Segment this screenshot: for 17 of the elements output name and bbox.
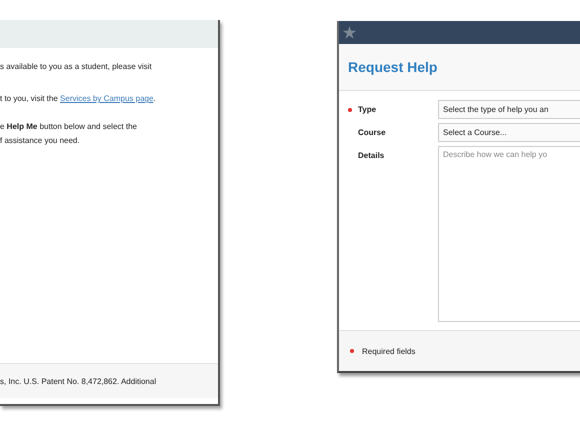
- select-field[interactable]: Select the type of help you an: [438, 100, 580, 119]
- help-text: f assistance you need.: [0, 136, 80, 145]
- patent-text: s, Inc. U.S. Patent No. 8,472,862. Additional: [0, 376, 156, 386]
- field-label: Course: [358, 128, 386, 137]
- field-label: Type: [358, 105, 376, 114]
- dialog-title: Request Help: [348, 59, 438, 75]
- required-note: Required fields: [362, 346, 416, 356]
- star-icon: [342, 25, 357, 40]
- select-field[interactable]: Select a Course...: [438, 123, 580, 142]
- required-dot: [350, 349, 354, 353]
- help-text: s available to you as a student, please visit: [0, 62, 152, 71]
- field-label: Details: [358, 151, 384, 160]
- details-field[interactable]: Describe how we can help yo: [438, 146, 580, 322]
- help-text: .: [153, 94, 156, 103]
- help-text: t to you, visit the: [0, 94, 59, 103]
- help-text: e Help Me button below and select the: [0, 122, 137, 131]
- services-link[interactable]: Services by Campus page: [60, 94, 154, 103]
